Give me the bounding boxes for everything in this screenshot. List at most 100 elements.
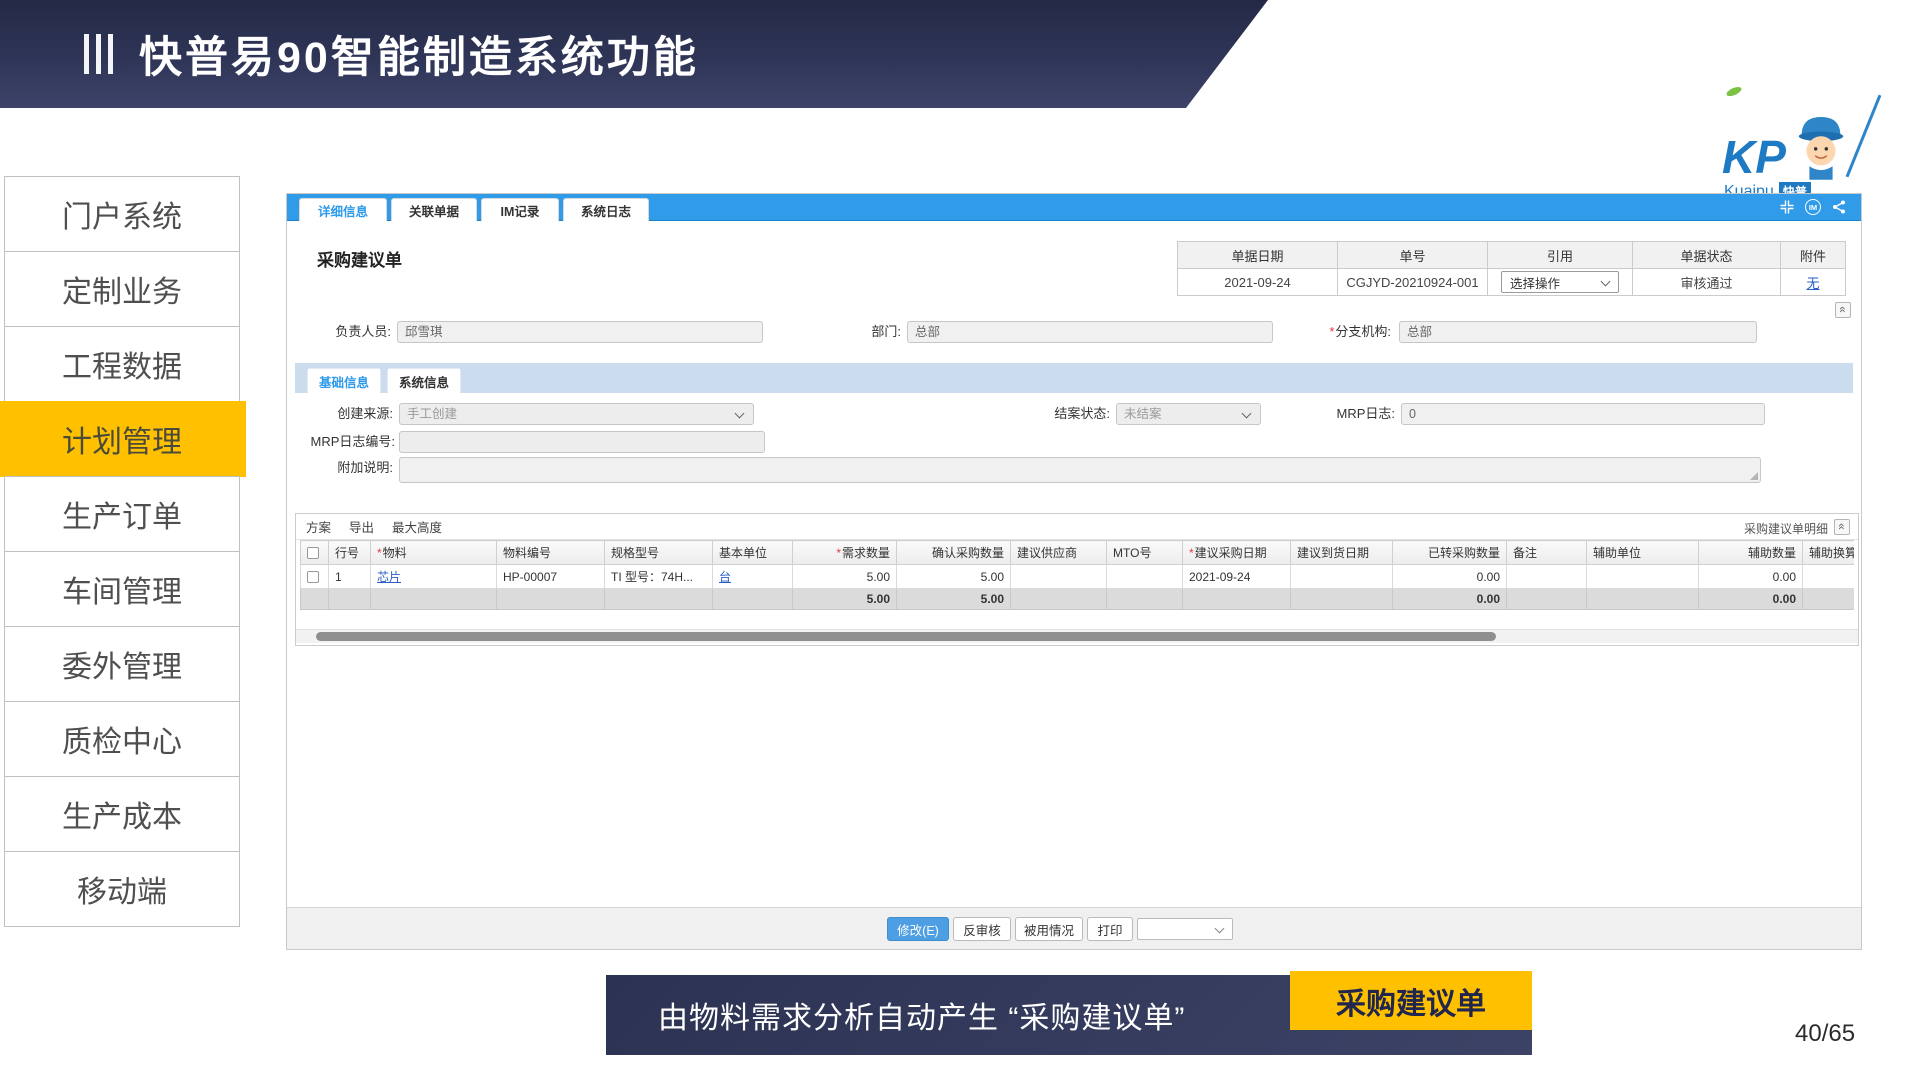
tab-related-docs[interactable]: 关联单据 bbox=[391, 198, 477, 221]
toolbar-max-height-button[interactable]: 最大高度 bbox=[392, 517, 442, 536]
footer-strip: 修改(E) 反审核 被用情况 打印 bbox=[287, 907, 1861, 949]
print-button[interactable]: 打印 bbox=[1087, 917, 1133, 941]
unit-link[interactable]: 台 bbox=[719, 570, 731, 584]
banner-note: 由物料需求分析自动产生 “采购建议单” bbox=[658, 993, 1185, 1037]
subtab-system-info[interactable]: 系统信息 bbox=[387, 368, 461, 393]
app-tabbar: 详细信息 关联单据 IM记录 系统日志 IM bbox=[287, 194, 1861, 221]
col-remark: 备注 bbox=[1507, 541, 1587, 565]
horizontal-scrollbar[interactable] bbox=[296, 629, 1858, 643]
col-supplier: 建议供应商 bbox=[1011, 541, 1107, 565]
col-line-no: 行号 bbox=[329, 541, 371, 565]
note-label: 附加说明: bbox=[315, 457, 393, 479]
close-status-select[interactable]: 未结案 bbox=[1116, 403, 1261, 425]
sidebar-item-planning-active[interactable]: 计划管理 bbox=[0, 401, 246, 477]
sidebar: 门户系统 定制业务 工程数据 计划管理 生产订单 车间管理 委外管理 质检中心 … bbox=[4, 177, 240, 927]
collapse-arrows-icon[interactable] bbox=[1779, 199, 1795, 215]
footer-extra-select[interactable] bbox=[1137, 918, 1233, 940]
doc-col-attachment: 附件 bbox=[1781, 242, 1846, 269]
doc-no: CGJYD-20210924-001 bbox=[1338, 269, 1488, 296]
totals-row: 5.00 5.00 0.00 0.00 bbox=[301, 589, 1855, 610]
col-material-text: 物料 bbox=[383, 546, 407, 560]
col-confirm-qty: 确认采购数量 bbox=[897, 541, 1011, 565]
tab-im-record[interactable]: IM记录 bbox=[481, 198, 559, 221]
toolbar-export-button[interactable]: 导出 bbox=[349, 517, 374, 536]
branch-label-text: 分支机构: bbox=[1335, 324, 1391, 339]
scrollbar-thumb[interactable] bbox=[316, 632, 1496, 641]
total-converted-qty: 0.00 bbox=[1393, 589, 1507, 610]
total-confirm-qty: 5.00 bbox=[897, 589, 1011, 610]
col-material-no: 物料编号 bbox=[497, 541, 605, 565]
attachment-link[interactable]: 无 bbox=[1806, 276, 1819, 291]
slide: 快普易90智能制造系统功能 KP Kuaipu 快普 门户系统 定制业务 工程 bbox=[0, 0, 1920, 1080]
detail-grid-panel: 方案 导出 最大高度 采购建议单明细 bbox=[295, 513, 1859, 646]
col-spec: 规格型号 bbox=[605, 541, 713, 565]
doc-col-ref: 引用 bbox=[1488, 242, 1633, 269]
row-checkbox[interactable] bbox=[307, 571, 319, 583]
col-unit: 基本单位 bbox=[713, 541, 793, 565]
toolbar-plan-button[interactable]: 方案 bbox=[306, 517, 331, 536]
required-star: * bbox=[1189, 546, 1194, 560]
col-aux-rate: 辅助换算 bbox=[1803, 541, 1855, 565]
cell-aux-qty: 0.00 bbox=[1699, 565, 1803, 589]
sidebar-item-cost[interactable]: 生产成本 bbox=[4, 776, 240, 852]
doc-header-table: 单据日期 单号 引用 单据状态 附件 2021-09-24 CGJYD-2021… bbox=[1177, 241, 1846, 296]
sidebar-item-custom[interactable]: 定制业务 bbox=[4, 251, 240, 327]
ref-action-select[interactable]: 选择操作 bbox=[1501, 271, 1619, 293]
sidebar-item-mobile[interactable]: 移动端 bbox=[4, 851, 240, 927]
mascot-icon bbox=[1792, 110, 1850, 180]
share-icon[interactable] bbox=[1831, 199, 1847, 215]
detail-table: 行号 *物料 物料编号 规格型号 基本单位 *需求数量 确认采购数量 建议供应商… bbox=[300, 540, 1854, 610]
required-star: * bbox=[836, 546, 841, 560]
source-value: 手工创建 bbox=[407, 407, 457, 421]
note-textarea[interactable] bbox=[399, 457, 1761, 483]
owner-label: 负责人员: bbox=[309, 321, 391, 343]
sidebar-item-quality[interactable]: 质检中心 bbox=[4, 701, 240, 777]
mrp-log-label: MRP日志: bbox=[1317, 403, 1395, 425]
chevron-down-icon bbox=[1215, 924, 1225, 934]
mrp-log-no-field[interactable] bbox=[399, 431, 765, 453]
cell-spec: TI 型号：74H... bbox=[605, 565, 713, 589]
usage-button[interactable]: 被用情况 bbox=[1015, 917, 1083, 941]
banner-tag: 采购建议单 bbox=[1290, 971, 1532, 1030]
branch-field[interactable]: 总部 bbox=[1399, 321, 1757, 343]
title-bars-icon bbox=[84, 34, 113, 74]
collapse-grid-chip[interactable] bbox=[1834, 519, 1850, 535]
cell-suggest-date: 2021-09-24 bbox=[1183, 565, 1291, 589]
material-link[interactable]: 芯片 bbox=[377, 570, 401, 584]
col-suggest-date: *建议采购日期 bbox=[1183, 541, 1291, 565]
sidebar-item-engineering[interactable]: 工程数据 bbox=[4, 326, 240, 402]
slide-title: 快普易90智能制造系统功能 bbox=[139, 23, 699, 85]
unapprove-button[interactable]: 反审核 bbox=[953, 917, 1011, 941]
table-header-row: 行号 *物料 物料编号 规格型号 基本单位 *需求数量 确认采购数量 建议供应商… bbox=[301, 541, 1855, 565]
col-material: *物料 bbox=[371, 541, 497, 565]
sidebar-item-outsourcing[interactable]: 委外管理 bbox=[4, 626, 240, 702]
mrp-log-field[interactable]: 0 bbox=[1401, 403, 1765, 425]
kuaipu-logo: KP Kuaipu 快普 bbox=[1722, 92, 1920, 188]
panel-title: 采购建议单明细 bbox=[1744, 520, 1828, 537]
col-suggest-date-text: 建议采购日期 bbox=[1195, 546, 1267, 560]
sidebar-item-portal[interactable]: 门户系统 bbox=[4, 176, 240, 252]
chevron-down-icon bbox=[735, 409, 745, 419]
chevron-down-icon bbox=[1601, 277, 1611, 287]
dept-field[interactable]: 总部 bbox=[907, 321, 1273, 343]
sidebar-item-production-order[interactable]: 生产订单 bbox=[4, 476, 240, 552]
col-aux-unit: 辅助单位 bbox=[1587, 541, 1699, 565]
select-all-checkbox[interactable] bbox=[307, 547, 319, 559]
doc-col-no: 单号 bbox=[1338, 242, 1488, 269]
tab-detail-info[interactable]: 详细信息 bbox=[299, 198, 387, 221]
sidebar-item-workshop[interactable]: 车间管理 bbox=[4, 551, 240, 627]
tab-system-log[interactable]: 系统日志 bbox=[563, 198, 649, 221]
cell-material-no: HP-00007 bbox=[497, 565, 605, 589]
cell-aux-rate bbox=[1803, 565, 1855, 589]
close-status-value: 未结案 bbox=[1124, 407, 1162, 421]
owner-field[interactable]: 邱雪琪 bbox=[397, 321, 763, 343]
collapse-header-chip[interactable] bbox=[1835, 302, 1851, 318]
cell-supplier bbox=[1011, 565, 1107, 589]
subtab-basic-info[interactable]: 基础信息 bbox=[307, 368, 381, 393]
required-star: * bbox=[1329, 324, 1334, 339]
col-qty-text: 需求数量 bbox=[842, 546, 890, 560]
modify-button[interactable]: 修改(E) bbox=[887, 917, 949, 941]
im-icon[interactable]: IM bbox=[1805, 199, 1821, 215]
col-mto: MTO号 bbox=[1107, 541, 1183, 565]
source-select[interactable]: 手工创建 bbox=[399, 403, 754, 425]
